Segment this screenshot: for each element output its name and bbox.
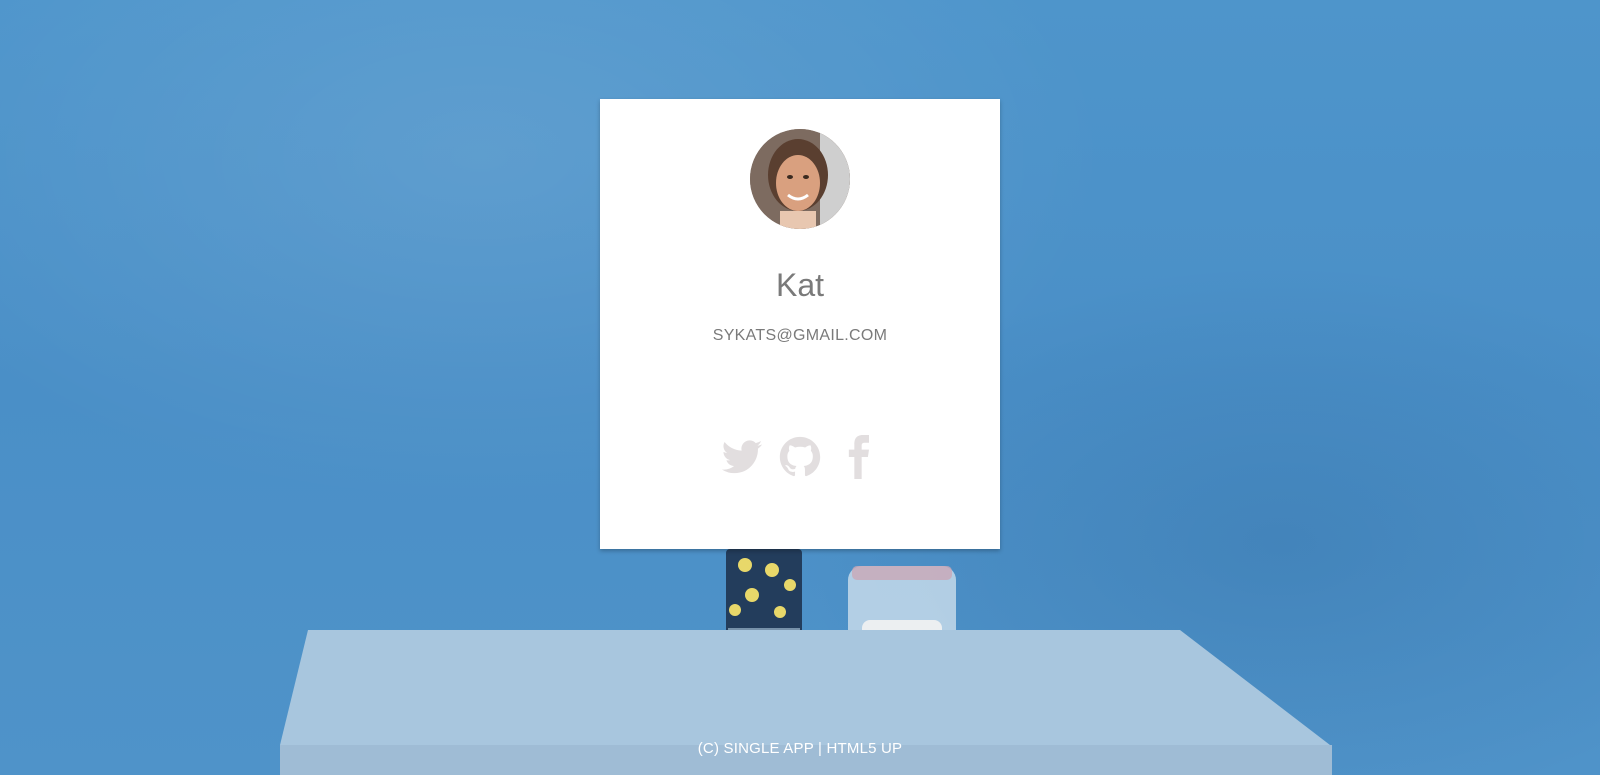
github-link[interactable]: [778, 434, 822, 480]
twitter-link[interactable]: [720, 434, 764, 480]
avatar: [750, 129, 850, 229]
footer-separator: |: [813, 740, 827, 757]
facebook-icon: [848, 435, 869, 479]
profile-email: SYKATS@GMAIL.COM: [712, 327, 888, 344]
profile-name: Kat: [775, 267, 825, 303]
social-links: [600, 434, 1000, 480]
facebook-link[interactable]: [836, 434, 880, 480]
github-icon: [779, 436, 821, 477]
twitter-icon: [721, 440, 763, 474]
footer-copyright: (C) SINGLE APP: [697, 740, 814, 757]
profile-card: Kat SYKATS@GMAIL.COM: [600, 99, 1000, 549]
footer: (C) SINGLE APP | HTML5 UP: [0, 740, 1600, 757]
avatar-photo: [750, 129, 850, 229]
footer-credit-link[interactable]: HTML5 UP: [826, 740, 902, 757]
